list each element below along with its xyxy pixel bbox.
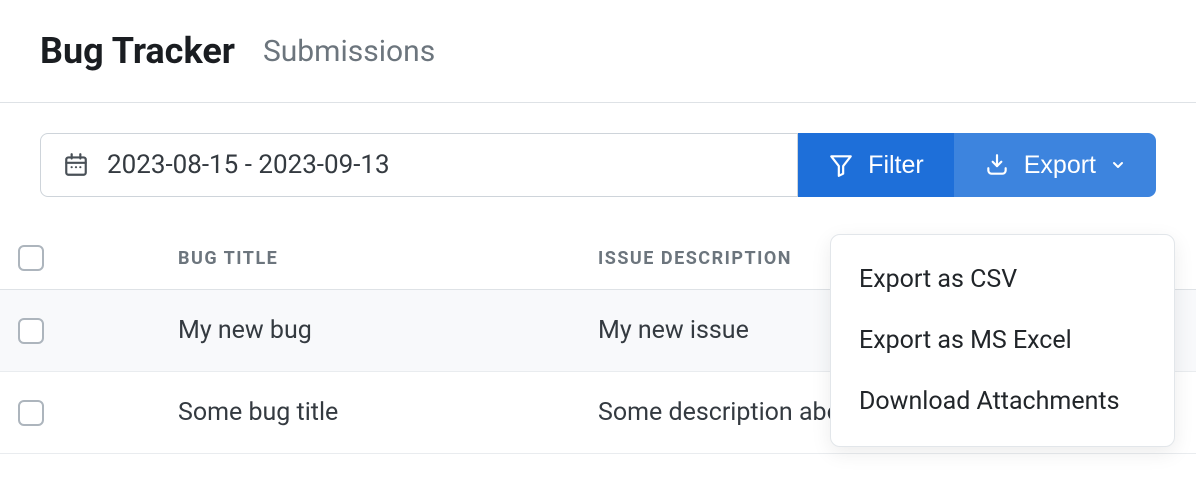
row-checkbox[interactable] (18, 400, 44, 426)
filter-icon (828, 152, 854, 178)
export-excel-item[interactable]: Export as MS Excel (831, 310, 1174, 371)
row-checkbox[interactable] (18, 318, 44, 344)
filter-button-label: Filter (868, 151, 924, 180)
app-title: Bug Tracker (40, 30, 235, 72)
cell-bug-title: My new bug (78, 316, 598, 345)
app-subtitle[interactable]: Submissions (263, 34, 435, 69)
download-icon (984, 152, 1010, 178)
export-dropdown: Export as CSV Export as MS Excel Downloa… (830, 234, 1175, 447)
export-button-label: Export (1024, 151, 1096, 180)
column-header-bug-title[interactable]: Bug Title (78, 248, 598, 269)
calendar-icon (63, 152, 89, 178)
date-range-value: 2023-08-15 - 2023-09-13 (107, 150, 390, 180)
chevron-down-icon (1110, 157, 1126, 173)
export-csv-item[interactable]: Export as CSV (831, 249, 1174, 310)
download-attachments-item[interactable]: Download Attachments (831, 371, 1174, 432)
export-button[interactable]: Export (954, 133, 1156, 197)
filter-button[interactable]: Filter (798, 133, 954, 197)
select-all-checkbox[interactable] (18, 245, 44, 271)
date-range-input[interactable]: 2023-08-15 - 2023-09-13 (40, 133, 798, 197)
cell-bug-title: Some bug title (78, 398, 598, 427)
header: Bug Tracker Submissions (0, 0, 1196, 102)
toolbar: 2023-08-15 - 2023-09-13 Filter Export (0, 103, 1196, 197)
